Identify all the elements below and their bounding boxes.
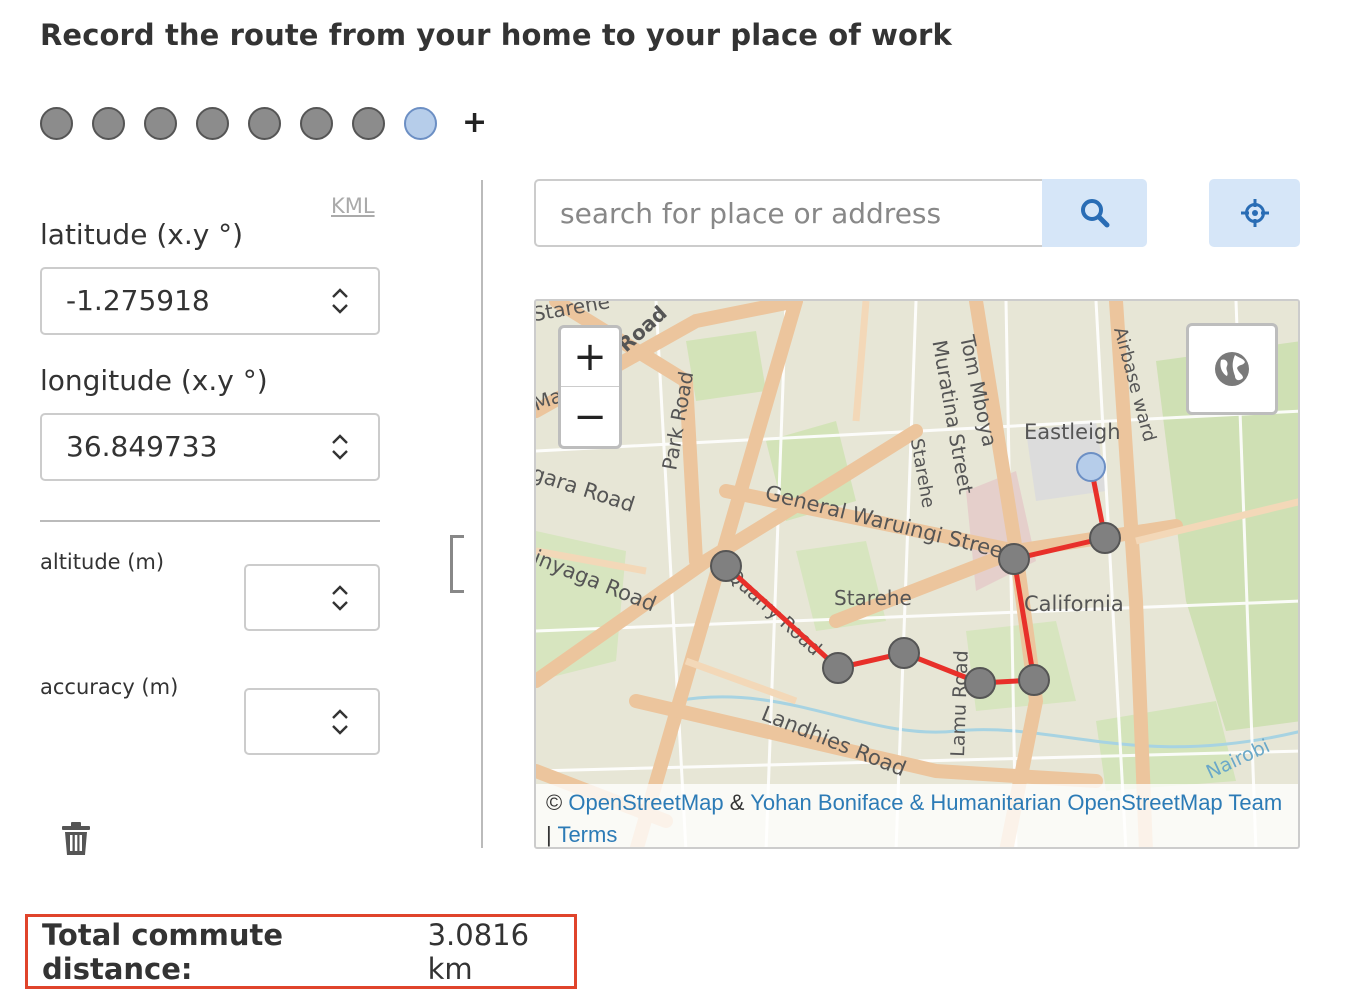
spinner-arrows-icon[interactable]: [328, 581, 352, 615]
map-route-point[interactable]: [998, 543, 1030, 575]
zoom-out-button[interactable]: −: [561, 387, 619, 446]
osm-link[interactable]: OpenStreetMap: [568, 790, 723, 815]
panel-resize-handle[interactable]: [450, 535, 464, 593]
route-point-4[interactable]: [196, 106, 229, 140]
search-icon: [1080, 199, 1109, 228]
latitude-value: -1.275918: [66, 284, 210, 317]
longitude-label: longitude (x.y °): [40, 364, 268, 397]
total-value: 3.0816 km: [427, 917, 530, 986]
altitude-input[interactable]: [244, 564, 380, 631]
spinner-arrows-icon[interactable]: [328, 705, 352, 739]
map-route-point[interactable]: [888, 637, 920, 669]
map-route-point[interactable]: [822, 652, 854, 684]
route-points: +: [40, 106, 487, 140]
longitude-value: 36.849733: [66, 430, 218, 463]
route-point-2[interactable]: [92, 106, 125, 140]
panel-divider: [481, 180, 483, 848]
route-point-7[interactable]: [352, 106, 385, 140]
locate-button[interactable]: [1209, 179, 1300, 247]
add-point-button[interactable]: +: [462, 108, 487, 138]
latitude-input[interactable]: -1.275918: [40, 267, 380, 335]
crosshair-icon: [1240, 199, 1269, 227]
amp: &: [729, 790, 745, 815]
altitude-label: altitude (m): [40, 550, 165, 574]
layers-button[interactable]: [1186, 323, 1278, 415]
map-view[interactable]: Starehe Road Park Road Ma Tom Mboya Mura…: [534, 299, 1300, 849]
map-route-point[interactable]: [1018, 664, 1050, 696]
accuracy-input[interactable]: [244, 688, 380, 755]
globe-icon: [1215, 352, 1249, 386]
route-point-8-active[interactable]: [404, 106, 437, 140]
question-title: Record the route from your home to your …: [40, 18, 952, 52]
route-point-3[interactable]: [144, 106, 177, 140]
kml-link[interactable]: KML: [331, 194, 375, 218]
search-input[interactable]: [534, 179, 1044, 247]
longitude-input[interactable]: 36.849733: [40, 413, 380, 481]
total-commute-distance: Total commute distance: 3.0816 km: [25, 914, 577, 989]
spinner-arrows-icon[interactable]: [328, 284, 352, 318]
zoom-in-button[interactable]: +: [561, 328, 619, 387]
divider: [40, 520, 380, 522]
map-label: Lamu Road: [947, 650, 973, 757]
spinner-arrows-icon[interactable]: [328, 430, 352, 464]
map-label: Starehe: [834, 586, 912, 610]
map-route-point[interactable]: [710, 550, 742, 582]
latitude-label: latitude (x.y °): [40, 218, 244, 251]
total-label: Total commute distance:: [42, 917, 284, 986]
map-label: Eastleigh: [1024, 420, 1121, 444]
copyright-symbol: ©: [546, 790, 563, 815]
map-route-point-active[interactable]: [1076, 452, 1106, 482]
separator: |: [546, 822, 552, 847]
map-attribution: © OpenStreetMap & Yohan Boniface & Human…: [536, 784, 1298, 847]
map-route-point[interactable]: [964, 667, 996, 699]
hot-link[interactable]: Yohan Boniface & Humanitarian OpenStreet…: [750, 790, 1282, 815]
terms-link[interactable]: Terms: [557, 822, 617, 847]
route-point-1[interactable]: [40, 106, 73, 140]
route-point-6[interactable]: [300, 106, 333, 140]
trash-icon[interactable]: [60, 821, 92, 857]
map-label: California: [1024, 592, 1124, 616]
accuracy-label: accuracy (m): [40, 675, 179, 699]
map-route-point[interactable]: [1089, 522, 1121, 554]
search-button[interactable]: [1042, 179, 1147, 247]
zoom-control: + −: [558, 325, 622, 449]
route-point-5[interactable]: [248, 106, 281, 140]
